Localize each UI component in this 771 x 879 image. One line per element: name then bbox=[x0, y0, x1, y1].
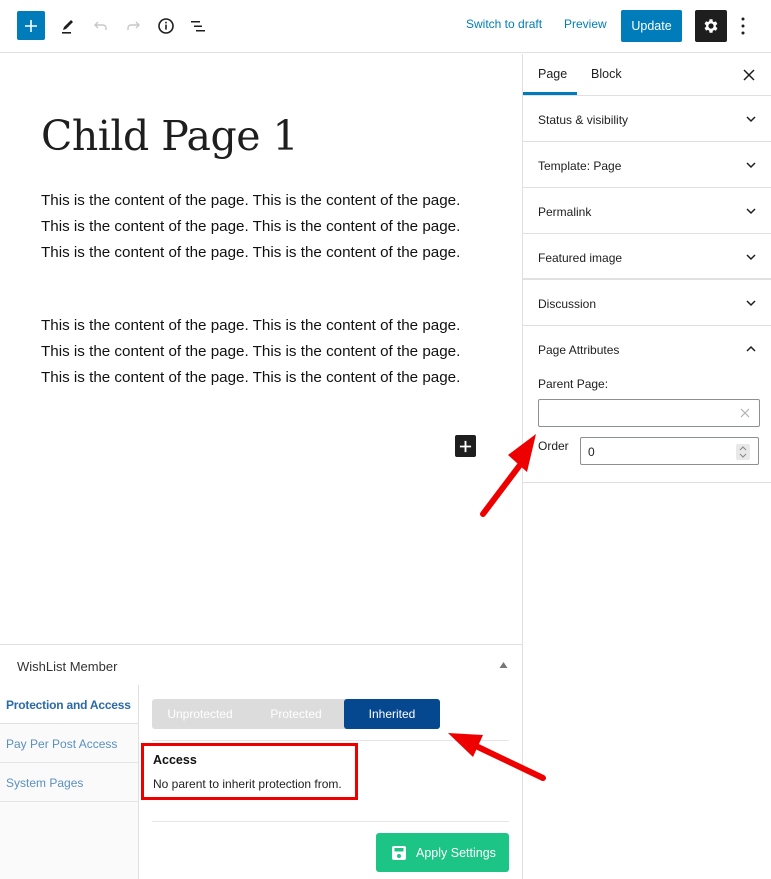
post-title[interactable]: Child Page 1 bbox=[41, 112, 299, 160]
panel-featured-image[interactable]: Featured image bbox=[523, 234, 771, 280]
tab-block[interactable]: Block bbox=[591, 67, 622, 81]
tools-button[interactable] bbox=[56, 14, 80, 38]
number-spinner[interactable] bbox=[736, 444, 750, 460]
info-icon bbox=[158, 18, 174, 34]
panel-discussion[interactable]: Discussion bbox=[523, 280, 771, 326]
apply-settings-label: Apply Settings bbox=[416, 845, 496, 860]
panel-permalink[interactable]: Permalink bbox=[523, 188, 771, 234]
parent-page-label: Parent Page: bbox=[538, 377, 609, 391]
chevron-down-icon bbox=[746, 254, 756, 261]
close-icon[interactable] bbox=[741, 67, 757, 83]
panel-title: Status & visibility bbox=[538, 113, 629, 127]
settings-sidebar: Page Block Status & visibility Template:… bbox=[522, 54, 771, 879]
pencil-icon bbox=[62, 20, 73, 34]
nav-label: System Pages bbox=[6, 776, 84, 790]
options-button[interactable] bbox=[735, 14, 751, 38]
panel-title[interactable]: Page Attributes bbox=[538, 343, 619, 357]
list-view-icon bbox=[191, 21, 205, 32]
panel-title: Template: Page bbox=[538, 159, 622, 173]
more-vertical-icon bbox=[741, 17, 745, 35]
access-info-highlight: Access No parent to inherit protection f… bbox=[141, 743, 358, 800]
protection-toggle: Unprotected Protected Inherited bbox=[152, 699, 440, 729]
panel-template[interactable]: Template: Page bbox=[523, 142, 771, 188]
nav-label: Protection and Access bbox=[6, 698, 131, 712]
chevron-down-icon bbox=[746, 300, 756, 307]
wishlist-nav: Protection and Access Pay Per Post Acces… bbox=[0, 685, 139, 879]
redo-icon bbox=[127, 21, 140, 30]
panel-page-attributes: Page Attributes Parent Page: Order 0 bbox=[523, 326, 771, 483]
editor-canvas: Child Page 1 This is the content of the … bbox=[0, 54, 522, 644]
order-label: Order bbox=[538, 439, 569, 453]
clear-icon[interactable] bbox=[739, 407, 751, 419]
paragraph-block[interactable]: This is the content of the page. This is… bbox=[41, 313, 481, 390]
settings-button[interactable] bbox=[695, 10, 727, 42]
divider bbox=[152, 821, 509, 822]
nav-item-pay-per-post[interactable]: Pay Per Post Access bbox=[0, 724, 138, 763]
order-value: 0 bbox=[588, 445, 595, 459]
access-message: No parent to inherit protection from. bbox=[153, 777, 342, 791]
chevron-up-icon[interactable] bbox=[745, 344, 757, 354]
inherited-option[interactable]: Inherited bbox=[344, 699, 440, 729]
add-block-button[interactable] bbox=[455, 435, 476, 457]
order-input[interactable]: 0 bbox=[580, 437, 759, 465]
save-icon bbox=[392, 845, 406, 860]
panel-title: Discussion bbox=[538, 297, 597, 311]
tab-page[interactable]: Page bbox=[538, 67, 567, 81]
wishlist-panel-title: WishList Member bbox=[17, 659, 118, 674]
plus-icon bbox=[25, 19, 37, 32]
nav-item-protection-access[interactable]: Protection and Access bbox=[0, 685, 138, 724]
preview-button[interactable]: Preview bbox=[564, 17, 607, 31]
panel-title: Permalink bbox=[538, 205, 592, 219]
active-tab-indicator bbox=[523, 92, 577, 95]
chevron-down-icon bbox=[746, 116, 756, 123]
panel-title: Featured image bbox=[538, 251, 623, 265]
gear-icon bbox=[704, 19, 718, 33]
apply-settings-button[interactable]: Apply Settings bbox=[376, 833, 509, 872]
block-inserter-button[interactable] bbox=[17, 11, 45, 40]
chevron-down-icon bbox=[746, 162, 756, 169]
sidebar-tabs: Page Block bbox=[523, 54, 771, 96]
protected-option[interactable]: Protected bbox=[248, 699, 344, 729]
nav-label: Pay Per Post Access bbox=[6, 737, 118, 751]
nav-item-system-pages[interactable]: System Pages bbox=[0, 763, 138, 802]
update-button[interactable]: Update bbox=[621, 10, 682, 42]
redo-button[interactable] bbox=[121, 14, 145, 38]
editor-toolbar: Switch to draft Preview Update bbox=[0, 0, 771, 53]
plus-icon bbox=[459, 440, 472, 452]
undo-button[interactable] bbox=[89, 14, 113, 38]
spinner-arrows-icon bbox=[739, 446, 747, 458]
undo-icon bbox=[94, 21, 107, 30]
switch-to-draft-button[interactable]: Switch to draft bbox=[466, 17, 542, 31]
wishlist-member-panel: WishList Member Protection and Access Pa… bbox=[0, 644, 522, 879]
details-button[interactable] bbox=[154, 14, 178, 38]
parent-page-input[interactable] bbox=[538, 399, 760, 427]
paragraph-block[interactable]: This is the content of the page. This is… bbox=[41, 188, 481, 265]
access-title: Access bbox=[153, 753, 197, 767]
chevron-down-icon bbox=[746, 208, 756, 215]
panel-status-visibility[interactable]: Status & visibility bbox=[523, 96, 771, 142]
divider bbox=[152, 740, 509, 741]
collapse-triangle-icon[interactable] bbox=[499, 661, 508, 669]
list-view-button[interactable] bbox=[186, 14, 210, 38]
unprotected-option[interactable]: Unprotected bbox=[152, 699, 248, 729]
